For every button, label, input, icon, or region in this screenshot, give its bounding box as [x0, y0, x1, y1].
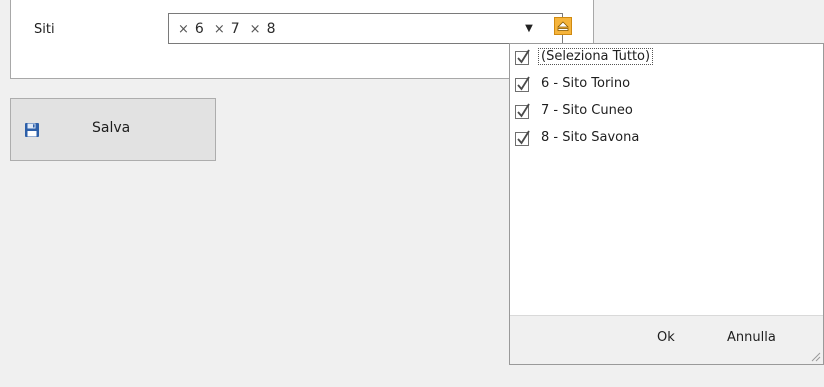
checkbox[interactable] — [515, 103, 530, 119]
save-button-label: Salva — [92, 120, 131, 136]
checkmark-icon — [517, 49, 530, 64]
list-item-site-6[interactable]: 6 - Sito Torino — [510, 73, 823, 98]
token-list: × 6 × 7 × 8 — [178, 21, 275, 37]
checkmark-icon — [517, 76, 530, 91]
floppy-disk-icon — [25, 123, 39, 137]
sites-token-input[interactable]: × 6 × 7 × 8 ▼ — [168, 13, 563, 44]
remove-token-icon[interactable]: × — [250, 22, 261, 37]
list-item-site-7[interactable]: 7 - Sito Cuneo — [510, 100, 823, 125]
dropdown-arrow-icon[interactable]: ▼ — [516, 14, 542, 43]
token-site-8[interactable]: × 8 — [250, 21, 276, 37]
checkmark-icon — [517, 103, 530, 118]
checkmark-icon — [517, 130, 530, 145]
remove-token-icon[interactable]: × — [178, 22, 189, 37]
list-item-label: (Seleziona Tutto) — [537, 48, 654, 65]
token-site-6[interactable]: × 6 — [178, 21, 204, 37]
list-item-label: 6 - Sito Torino — [541, 76, 631, 91]
token-value: 6 — [194, 21, 204, 37]
token-value: 7 — [230, 21, 240, 37]
ok-button[interactable]: Ok — [657, 330, 675, 345]
popup-footer: Ok Annulla — [510, 315, 823, 364]
save-button[interactable]: Salva — [10, 98, 216, 161]
cancel-button[interactable]: Annulla — [727, 330, 776, 345]
checkbox[interactable] — [515, 130, 530, 146]
checkbox[interactable] — [515, 76, 530, 92]
sites-label: Siti — [34, 22, 55, 37]
token-value: 8 — [266, 21, 276, 37]
sites-dropdown-popup: (Seleziona Tutto) 6 - Sito Torino 7 - Si… — [509, 43, 824, 365]
token-site-7[interactable]: × 7 — [214, 21, 240, 37]
list-item-label: 8 - Sito Savona — [541, 130, 640, 145]
list-item-label: 7 - Sito Cuneo — [541, 103, 633, 118]
remove-token-icon[interactable]: × — [214, 22, 225, 37]
eject-icon[interactable] — [554, 17, 572, 35]
resize-grip-icon[interactable] — [809, 350, 821, 362]
list-item-site-8[interactable]: 8 - Sito Savona — [510, 127, 823, 152]
list-item-select-all[interactable]: (Seleziona Tutto) — [510, 46, 823, 71]
checkbox[interactable] — [515, 49, 530, 65]
